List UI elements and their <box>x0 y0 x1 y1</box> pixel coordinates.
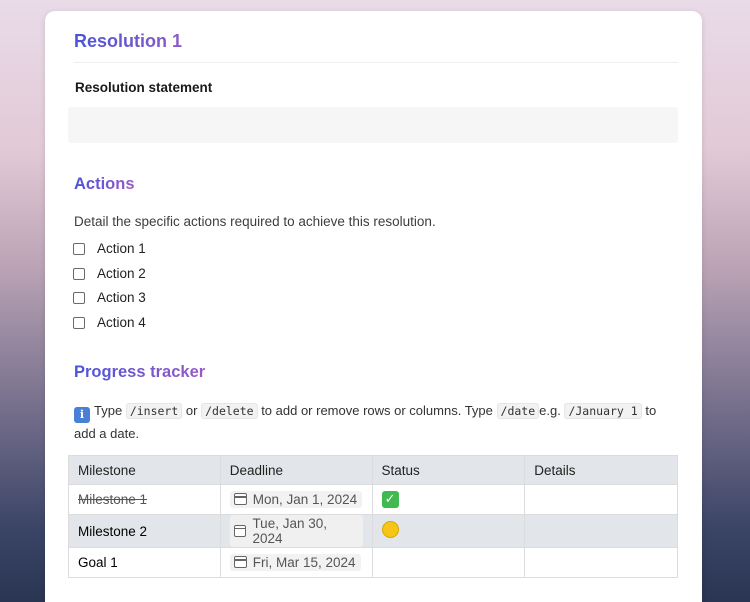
progress-table: Milestone Deadline Status Details Milest… <box>68 455 678 578</box>
tip-text: e.g. <box>539 403 561 418</box>
column-header-status[interactable]: Status <box>371 455 526 485</box>
column-header-details[interactable]: Details <box>524 455 678 485</box>
todo-label: Action 2 <box>97 266 146 281</box>
table-row: Milestone 2 Tue, Jan 30, 2024 <box>68 514 678 548</box>
progress-heading: Progress tracker <box>74 363 206 381</box>
milestone-cell[interactable]: Goal 1 <box>68 547 221 578</box>
status-cell[interactable] <box>371 547 526 578</box>
milestone-cell[interactable]: Milestone 2 <box>68 514 221 548</box>
checkbox-icon[interactable] <box>73 242 85 255</box>
table-header-row: Milestone Deadline Status Details <box>68 455 678 485</box>
todo-item[interactable]: Action 2 <box>73 266 146 281</box>
details-cell[interactable] <box>524 484 678 515</box>
statement-input[interactable] <box>68 107 678 143</box>
milestone-cell[interactable]: Milestone 1 <box>68 484 221 515</box>
column-header-deadline[interactable]: Deadline <box>219 455 373 485</box>
yellow-circle-emoji-icon <box>381 521 399 538</box>
date-text: Tue, Jan 30, 2024 <box>252 516 327 546</box>
check-mark-emoji-icon: ✓ <box>381 491 399 508</box>
actions-description: Detail the specific actions required to … <box>74 214 436 229</box>
column-header-milestone[interactable]: Milestone <box>68 455 221 485</box>
date-mention[interactable]: Fri, Mar 15, 2024 <box>229 553 361 571</box>
info-icon: i <box>74 407 90 423</box>
date-text: Fri, Mar 15, 2024 <box>252 554 356 570</box>
todo-item[interactable]: Action 3 <box>73 290 146 305</box>
calendar-icon <box>233 493 247 506</box>
checkbox-icon[interactable] <box>73 291 85 304</box>
status-cell[interactable]: ✓ <box>371 484 526 515</box>
page-title[interactable]: Resolution 1 <box>74 31 182 52</box>
date-text: Mon, Jan 1, 2024 <box>252 491 358 507</box>
title-divider <box>74 62 678 63</box>
details-cell[interactable] <box>524 514 678 548</box>
statement-label: Resolution statement <box>75 80 213 95</box>
tip-text: to add or remove rows or columns. Type <box>261 403 493 418</box>
inline-code: /date <box>496 403 540 419</box>
callout-tip: i Type /insert or /delete to add or remov… <box>74 400 674 444</box>
inline-code: /insert <box>125 403 183 419</box>
todo-label: Action 3 <box>97 290 146 305</box>
inline-code: /delete <box>201 403 258 419</box>
table-row: Goal 1 Fri, Mar 15, 2024 <box>68 547 678 578</box>
deadline-cell[interactable]: Fri, Mar 15, 2024 <box>219 547 373 578</box>
milestone-text: Milestone 1 <box>78 492 148 507</box>
todo-label: Action 1 <box>97 241 146 256</box>
inline-code: /January 1 <box>564 403 642 419</box>
date-mention[interactable]: Mon, Jan 1, 2024 <box>229 490 363 508</box>
checkbox-icon[interactable] <box>73 316 85 329</box>
calendar-icon <box>233 525 247 537</box>
details-cell[interactable] <box>524 547 678 578</box>
document-card: Resolution 1 Resolution statement Action… <box>45 11 702 602</box>
todo-item[interactable]: Action 1 <box>73 241 146 256</box>
table-row: Milestone 1 Mon, Jan 1, 2024 ✓ <box>68 484 678 515</box>
status-cell[interactable] <box>371 514 526 548</box>
todo-label: Action 4 <box>97 315 146 330</box>
tip-text: Type <box>94 403 123 418</box>
deadline-cell[interactable]: Tue, Jan 30, 2024 <box>219 514 373 548</box>
calendar-icon <box>233 556 247 569</box>
deadline-cell[interactable]: Mon, Jan 1, 2024 <box>219 484 373 515</box>
date-mention[interactable]: Tue, Jan 30, 2024 <box>229 515 363 547</box>
checkbox-icon[interactable] <box>73 267 85 280</box>
todo-item[interactable]: Action 4 <box>73 315 146 330</box>
actions-heading: Actions <box>74 175 135 193</box>
tip-text: or <box>185 403 198 418</box>
